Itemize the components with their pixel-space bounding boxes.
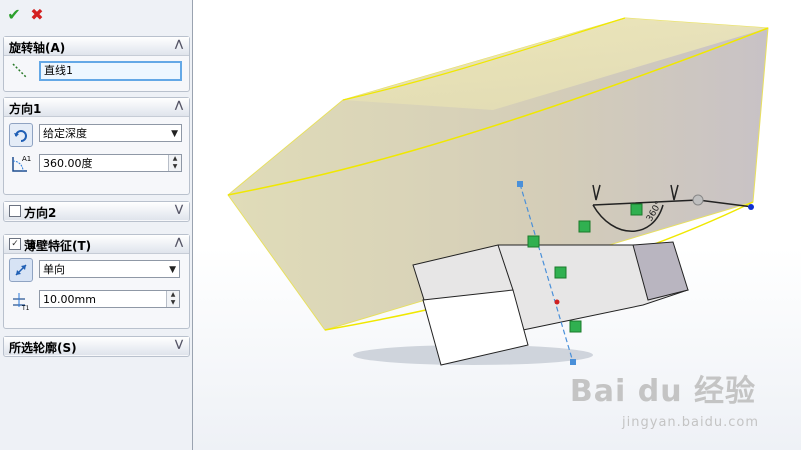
thin-type-value: 单向: [43, 263, 65, 276]
dropdown-arrow-icon: ▼: [169, 265, 176, 275]
spin-up-icon[interactable]: ▲: [167, 291, 179, 299]
relation-marker-1[interactable]: [527, 235, 540, 248]
thin-type-select[interactable]: 单向 ▼: [39, 260, 180, 278]
cancel-icon[interactable]: ✖: [28, 5, 46, 25]
relation-marker-4[interactable]: [554, 266, 567, 279]
thickness-icon: T1: [9, 289, 30, 312]
axis-endpoint-bottom[interactable]: [570, 359, 576, 365]
rotation-axis-field[interactable]: 直线1: [39, 61, 182, 81]
expand-chevron-icon[interactable]: ⋁: [173, 203, 185, 217]
collapse-chevron-icon[interactable]: ⋀: [173, 236, 185, 250]
axis-endpoint-top[interactable]: [517, 181, 523, 187]
graphics-viewport[interactable]: 360° Bai du 经验 jingyan.baidu.com: [193, 0, 801, 450]
end-condition-select[interactable]: 给定深度 ▼: [39, 124, 182, 142]
angle-value: 360.00度: [43, 157, 93, 170]
angle-icon: A1: [9, 153, 31, 173]
relation-marker-2[interactable]: [630, 203, 643, 216]
action-bar: ✔ ✖: [0, 0, 192, 32]
property-manager-panel: ✔ ✖ 旋转轴(A) ⋀ 直线1 方向1 ⋀ 给定深度 ▼ A1 360.00度…: [0, 0, 193, 450]
spin-down-icon[interactable]: ▼: [167, 299, 179, 307]
section-title: 旋转轴(A): [9, 41, 66, 55]
section-direction2: 方向2 ⋁: [3, 201, 190, 222]
thickness-value: 10.00mm: [43, 293, 96, 306]
thickness-icon-label: T1: [21, 305, 30, 311]
angle-icon-label: A1: [22, 155, 31, 163]
section-title: 薄壁特征(T): [24, 239, 92, 253]
thin-feature-checkbox[interactable]: ✓: [9, 238, 21, 250]
angle-input[interactable]: 360.00度 ▲ ▼: [39, 154, 182, 172]
thin-reverse-icon[interactable]: [9, 258, 33, 282]
expand-chevron-icon[interactable]: ⋁: [173, 338, 185, 352]
relation-marker-3[interactable]: [578, 220, 591, 233]
relation-marker-5[interactable]: [569, 320, 582, 333]
rotation-axis-value: 直线1: [44, 64, 73, 77]
end-condition-value: 给定深度: [43, 127, 87, 140]
spin-down-icon[interactable]: ▼: [169, 163, 181, 171]
thickness-spinner[interactable]: ▲ ▼: [166, 291, 179, 307]
section-thin-feature: ✓ 薄壁特征(T) ⋀ 单向 ▼ T1 10.00mm ▲ ▼: [3, 234, 190, 329]
collapse-chevron-icon[interactable]: ⋀: [173, 38, 185, 52]
section-title: 所选轮廓(S): [9, 341, 77, 355]
section-header-rotation-axis[interactable]: 旋转轴(A) ⋀: [4, 37, 189, 56]
angle-spinner[interactable]: ▲ ▼: [168, 155, 181, 171]
section-direction1: 方向1 ⋀ 给定深度 ▼ A1 360.00度 ▲ ▼: [3, 97, 190, 195]
origin-point: [554, 299, 560, 305]
section-selected-contours: 所选轮廓(S) ⋁: [3, 336, 190, 357]
section-header-direction2[interactable]: 方向2 ⋁: [4, 202, 189, 220]
dropdown-arrow-icon: ▼: [171, 129, 178, 139]
drag-handle-icon[interactable]: [692, 194, 704, 206]
axis-line-icon: [10, 61, 30, 81]
section-header-direction1[interactable]: 方向1 ⋀: [4, 98, 189, 117]
section-title: 方向1: [9, 102, 42, 116]
watermark-brand: Bai du 经验: [569, 374, 756, 409]
spin-up-icon[interactable]: ▲: [169, 155, 181, 163]
reverse-direction-icon[interactable]: [9, 123, 33, 147]
thickness-input[interactable]: 10.00mm ▲ ▼: [39, 290, 180, 308]
endpoint-dot[interactable]: [748, 204, 754, 210]
direction2-checkbox[interactable]: [9, 205, 21, 217]
section-title: 方向2: [24, 206, 57, 220]
section-header-thin-feature[interactable]: ✓ 薄壁特征(T) ⋀: [4, 235, 189, 254]
collapse-chevron-icon[interactable]: ⋀: [173, 99, 185, 113]
section-header-selected-contours[interactable]: 所选轮廓(S) ⋁: [4, 337, 189, 355]
section-rotation-axis: 旋转轴(A) ⋀ 直线1: [3, 36, 190, 92]
watermark-url: jingyan.baidu.com: [622, 415, 759, 430]
confirm-icon[interactable]: ✔: [5, 5, 23, 25]
